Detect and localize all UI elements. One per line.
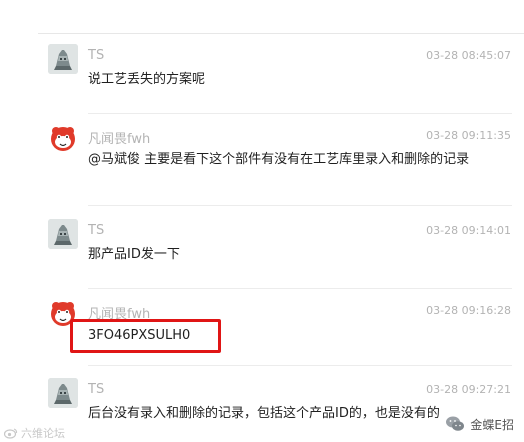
ts-avatar-icon bbox=[48, 378, 78, 408]
avatar[interactable] bbox=[48, 44, 78, 74]
ts-avatar-icon bbox=[48, 219, 78, 249]
message-divider bbox=[88, 113, 512, 114]
message-text: 说工艺丢失的方案呢 bbox=[88, 72, 206, 87]
message-text: 那产品ID发一下 bbox=[88, 247, 180, 262]
sender-name: TS bbox=[88, 382, 105, 397]
message-timestamp: 03-28 09:16:28 bbox=[426, 304, 511, 317]
top-divider bbox=[38, 33, 524, 34]
sender-name: 凡闻畏fwh bbox=[88, 132, 151, 147]
message-timestamp: 03-28 08:45:07 bbox=[426, 49, 511, 62]
message-timestamp: 03-28 09:27:21 bbox=[426, 383, 511, 396]
wechat-icon bbox=[446, 416, 465, 431]
avatar[interactable] bbox=[48, 378, 78, 408]
message-divider bbox=[88, 205, 512, 206]
avatar[interactable] bbox=[48, 124, 78, 154]
message-timestamp: 03-28 09:14:01 bbox=[426, 224, 511, 237]
message-divider bbox=[88, 365, 512, 366]
message-text: 后台没有录入和删除的记录，包括这个产品ID的，也是没有的 bbox=[88, 406, 440, 421]
sender-name: TS bbox=[88, 48, 105, 63]
ts-avatar-icon bbox=[48, 44, 78, 74]
watermark-left-text: 六维论坛 bbox=[21, 427, 65, 440]
message-text: @马斌俊 主要是看下这个部件有没有在工艺库里录入和删除的记录 bbox=[88, 152, 470, 167]
red-mascot-avatar-icon bbox=[48, 124, 78, 154]
watermark-right: 金蝶E招 bbox=[441, 412, 518, 436]
sender-name: TS bbox=[88, 223, 105, 238]
message-timestamp: 03-28 09:11:35 bbox=[426, 129, 511, 142]
weibo-icon bbox=[4, 428, 18, 439]
avatar[interactable] bbox=[48, 219, 78, 249]
watermark-right-text: 金蝶E招 bbox=[470, 417, 514, 432]
chat-history-view: TS 03-28 08:45:07 说工艺丢失的方案呢 凡闻畏fwh 03-28… bbox=[0, 0, 524, 442]
message-divider bbox=[88, 288, 512, 289]
watermark-left: 六维论坛 bbox=[4, 425, 65, 441]
highlight-box bbox=[70, 319, 221, 353]
